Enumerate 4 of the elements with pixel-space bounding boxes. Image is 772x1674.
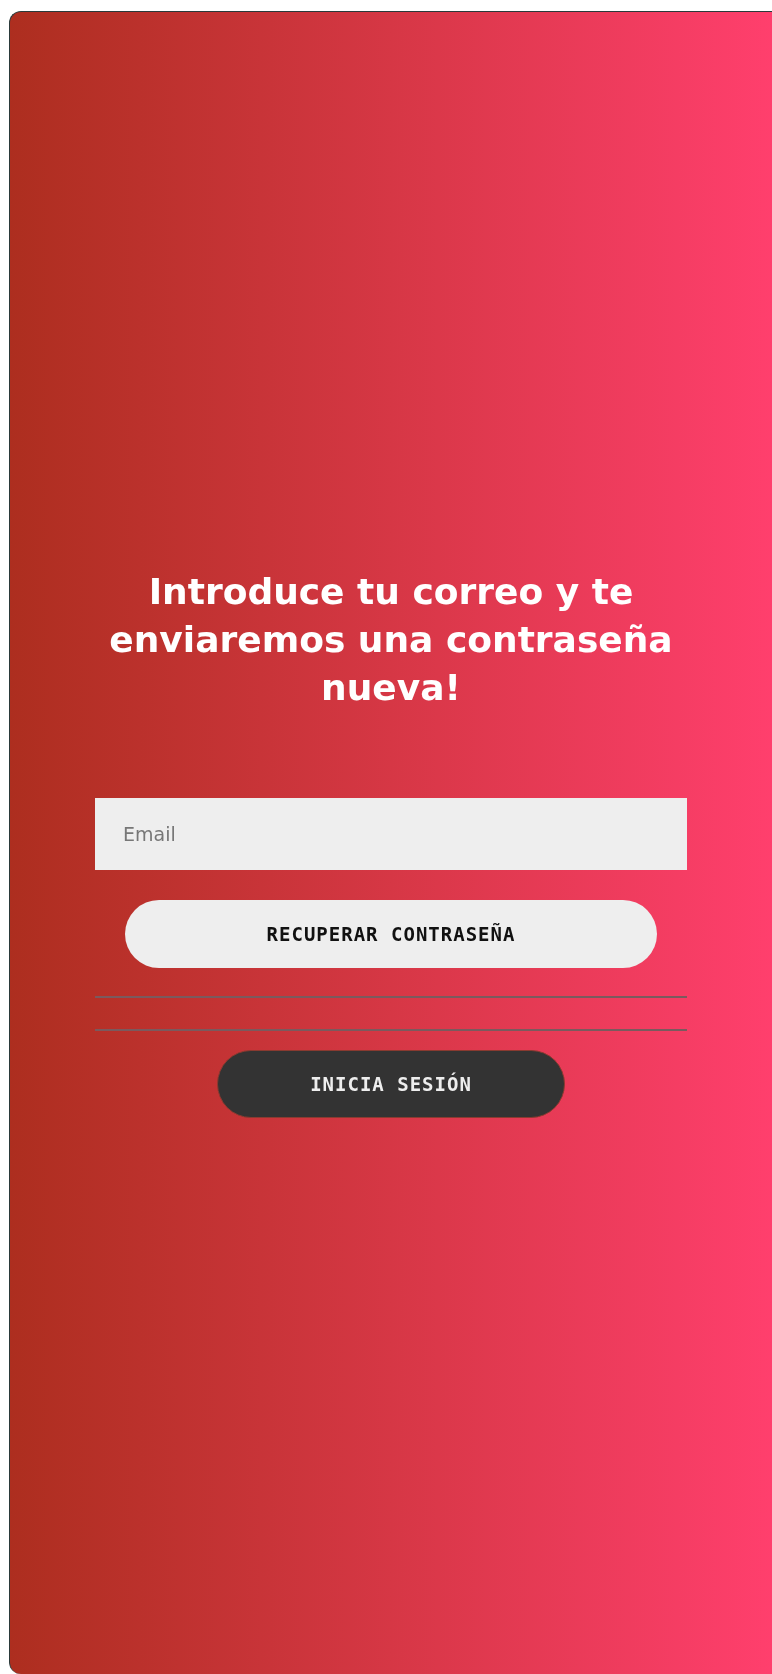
heading: Introduce tu correo y te enviaremos una contraseña nueva!	[108, 570, 674, 710]
recover-password-button[interactable]: RECUPERAR CONTRASEÑA	[125, 900, 657, 968]
login-button[interactable]: INICIA SESIÓN	[217, 1050, 565, 1118]
email-field[interactable]: Email	[95, 798, 687, 870]
